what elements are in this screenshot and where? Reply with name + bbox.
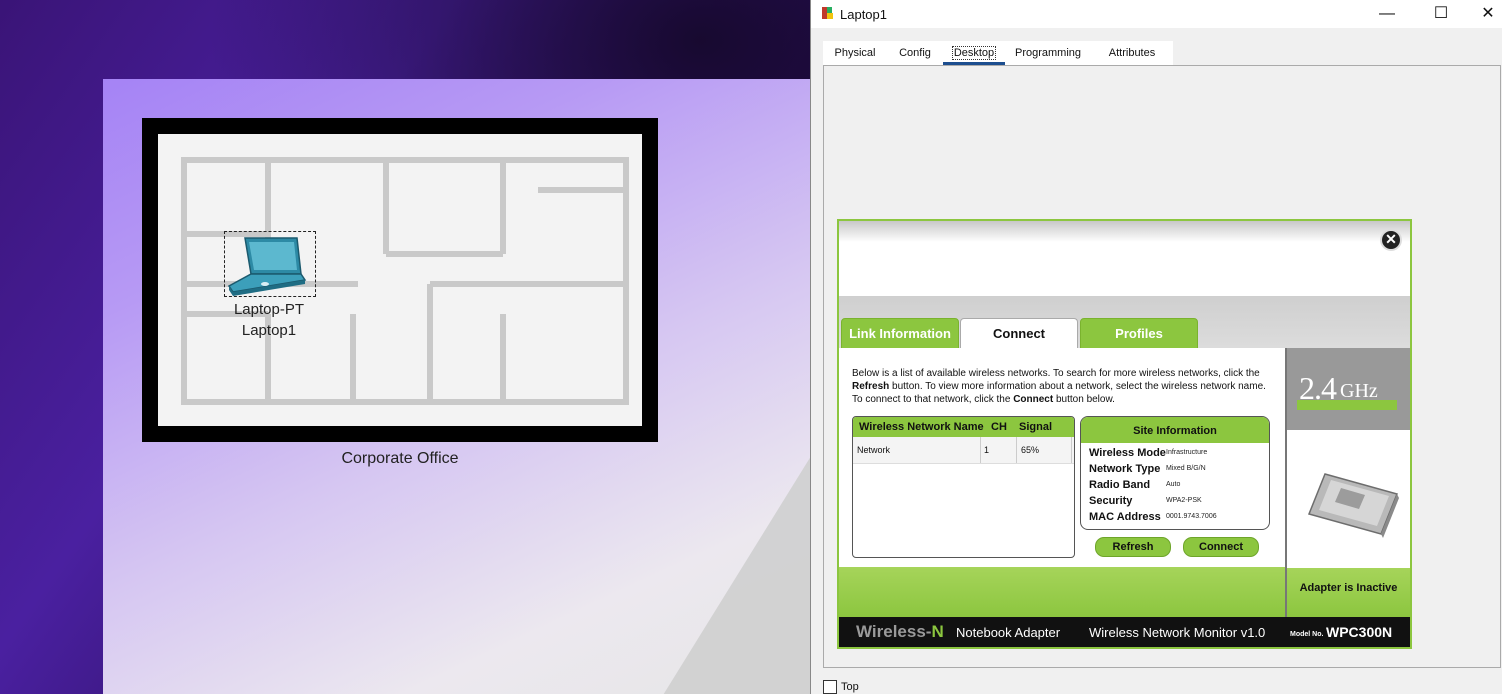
network-name-cell: Network xyxy=(857,445,891,455)
minimize-button[interactable]: — xyxy=(1364,0,1410,28)
brand-text: Wireless- xyxy=(856,622,932,641)
tab-connect[interactable]: Connect xyxy=(960,318,1078,349)
tab-attributes[interactable]: Attributes xyxy=(1091,41,1173,65)
top-checkbox-label: Top xyxy=(841,681,859,693)
device-window: Laptop1 — ☐ ✕ Physical Config Desktop Pr… xyxy=(810,0,1502,694)
app-icon xyxy=(821,6,835,20)
intro-text-1: Below is a list of available wireless ne… xyxy=(852,368,1260,379)
tab-desktop-label: Desktop xyxy=(951,46,997,60)
frequency-badge: 2.4 GHz xyxy=(1287,348,1410,430)
status-band xyxy=(839,567,1287,617)
frequency-number: 2.4 xyxy=(1299,370,1337,406)
connect-panel: Below is a list of available wireless ne… xyxy=(839,348,1287,567)
connect-button[interactable]: Connect xyxy=(1183,537,1259,557)
intro-text-3: button below. xyxy=(1053,394,1115,405)
frequency-unit: GHz xyxy=(1340,380,1378,402)
app-header: ✕ xyxy=(839,221,1410,296)
close-window-button[interactable]: ✕ xyxy=(1465,0,1502,28)
header-network-name: Wireless Network Name xyxy=(859,421,984,433)
network-list: Wireless Network Name CH Signal Network … xyxy=(852,416,1075,558)
model-prefix: Model No. xyxy=(1290,631,1324,638)
model-number: WPC300N xyxy=(1326,624,1393,640)
network-type-value: Mixed B/G/N xyxy=(1166,465,1206,472)
brand-n: N xyxy=(931,622,944,641)
adapter-status-box: Adapter is Inactive xyxy=(1287,568,1410,617)
site-info-row: Security WPA2-PSK xyxy=(1089,495,1265,511)
maximize-button[interactable]: ☐ xyxy=(1418,0,1464,28)
site-info-row: Wireless Mode Infrastructure xyxy=(1089,447,1265,463)
tab-link-information[interactable]: Link Information xyxy=(841,318,959,350)
radio-band-key: Radio Band xyxy=(1089,479,1151,491)
radio-band-value: Auto xyxy=(1166,481,1181,488)
tab-profiles[interactable]: Profiles xyxy=(1080,318,1198,350)
refresh-button[interactable]: Refresh xyxy=(1095,537,1171,557)
site-info-row: Network Type Mixed B/G/N xyxy=(1089,463,1265,479)
security-value: WPA2-PSK xyxy=(1166,497,1202,504)
column-divider xyxy=(1016,437,1017,463)
tab-programming[interactable]: Programming xyxy=(1005,41,1091,65)
mac-address-value: 0001.9743.7006 xyxy=(1166,513,1217,520)
network-row[interactable]: Network 1 65% xyxy=(853,437,1074,464)
workspace-canvas[interactable]: Laptop-PT Laptop1 Corporate Office xyxy=(0,0,812,694)
site-information-box: Site Information Wireless Mode Infrastru… xyxy=(1080,416,1270,530)
tab-physical[interactable]: Physical xyxy=(823,41,887,65)
laptop-device-icon[interactable] xyxy=(224,231,316,297)
monitor-version: Wireless Network Monitor v1.0 xyxy=(1089,625,1266,640)
tab-desktop[interactable]: Desktop xyxy=(943,41,1005,65)
adapter-name: Notebook Adapter xyxy=(956,625,1061,640)
area-label: Corporate Office xyxy=(341,450,459,467)
top-checkbox[interactable] xyxy=(823,680,837,694)
brand-logo: Wireless-N xyxy=(856,622,944,642)
network-list-header: Wireless Network Name CH Signal xyxy=(853,417,1074,437)
tab-config[interactable]: Config xyxy=(887,41,943,65)
site-information-title: Site Information xyxy=(1081,417,1269,443)
network-channel-cell: 1 xyxy=(984,445,990,455)
connect-instructions: Below is a list of available wireless ne… xyxy=(852,367,1276,406)
header-signal: Signal xyxy=(1019,421,1053,433)
adapter-status-label: Adapter is Inactive xyxy=(1299,582,1398,594)
column-divider xyxy=(1071,437,1072,463)
title-bar[interactable]: Laptop1 — ☐ ✕ xyxy=(811,0,1502,28)
wireless-mode-value: Infrastructure xyxy=(1166,449,1208,456)
device-type-label: Laptop-PT xyxy=(233,301,305,318)
intro-bold-connect: Connect xyxy=(1013,394,1054,405)
wireless-card-icon xyxy=(1305,468,1401,543)
network-type-key: Network Type xyxy=(1089,463,1161,475)
intro-bold-refresh: Refresh xyxy=(852,381,890,392)
adapter-sidebar: 2.4 GHz Adapter is Inactive xyxy=(1287,348,1410,617)
network-signal-cell: 65% xyxy=(1021,445,1040,455)
header-channel: CH xyxy=(991,421,1007,433)
desktop-panel: ✕ Link Information Connect Profiles Belo… xyxy=(823,65,1501,668)
mac-address-key: MAC Address xyxy=(1089,511,1161,523)
app-close-button[interactable]: ✕ xyxy=(1380,229,1402,251)
site-info-row: MAC Address 0001.9743.7006 xyxy=(1089,511,1265,527)
wireless-monitor-app: ✕ Link Information Connect Profiles Belo… xyxy=(837,219,1412,649)
app-footer: Wireless-N Notebook Adapter Wireless Net… xyxy=(839,617,1410,647)
wireless-mode-key: Wireless Mode xyxy=(1089,447,1166,459)
security-key: Security xyxy=(1089,495,1133,507)
column-divider xyxy=(980,437,981,463)
device-name-label: Laptop1 xyxy=(241,322,297,339)
app-tab-strip: Link Information Connect Profiles xyxy=(839,296,1410,350)
site-info-row: Radio Band Auto xyxy=(1089,479,1265,495)
window-title: Laptop1 xyxy=(840,7,887,22)
